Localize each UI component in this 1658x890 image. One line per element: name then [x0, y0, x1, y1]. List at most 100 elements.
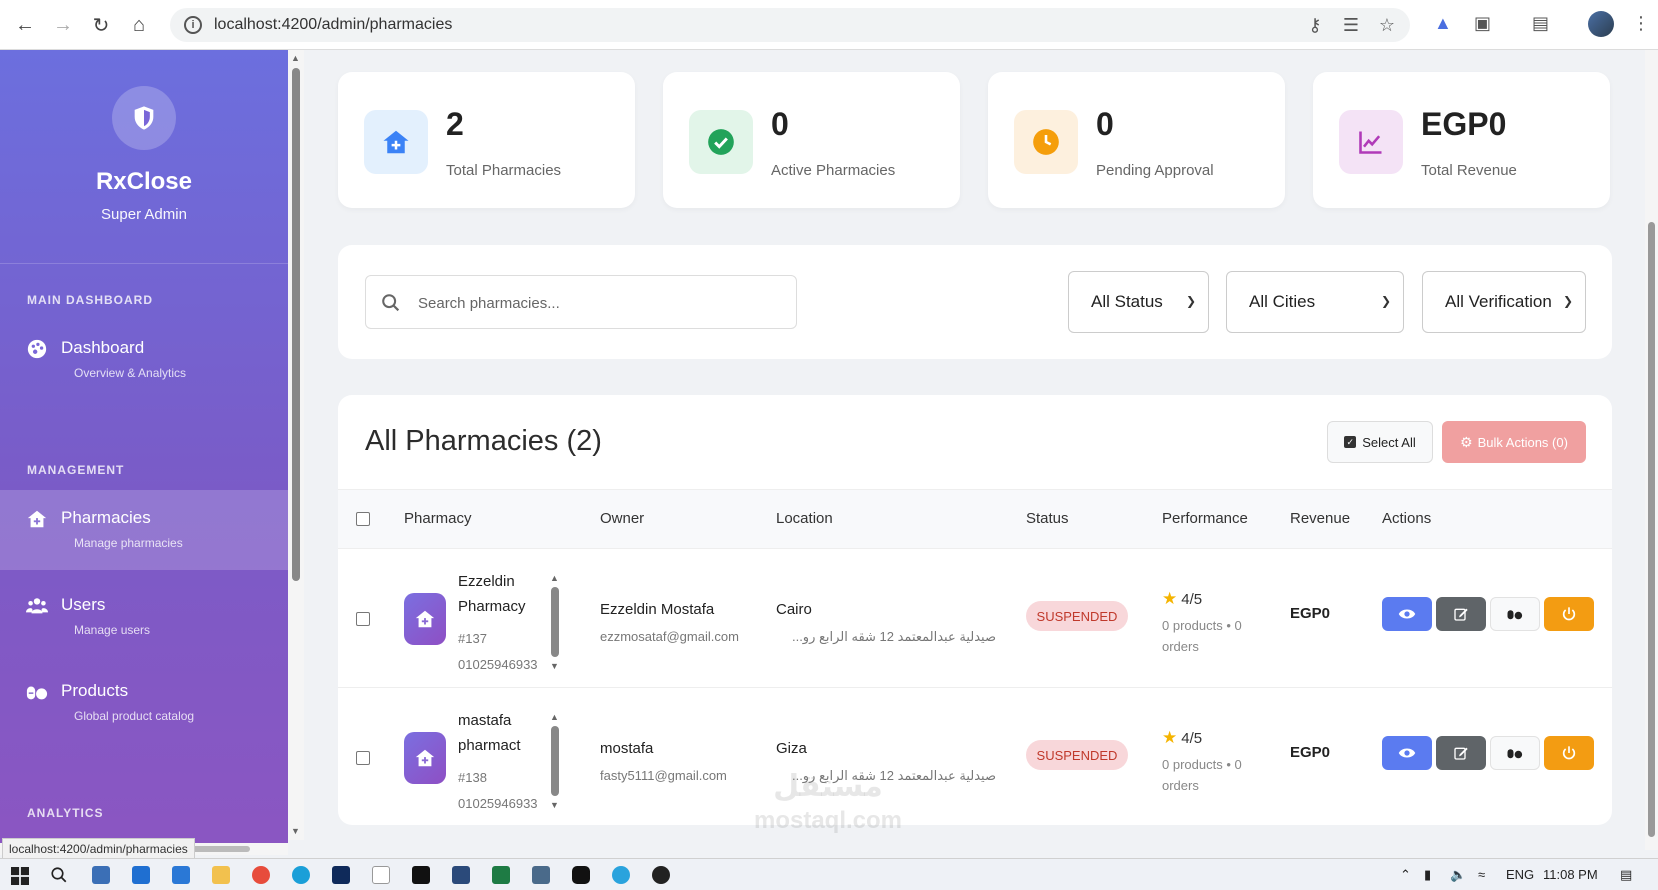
edit-icon — [1454, 747, 1468, 760]
sidebar-scrollbar[interactable]: ▲ ▼ — [288, 50, 304, 840]
edge-icon[interactable] — [292, 866, 310, 884]
status-filter-select[interactable]: All Status ❯ — [1068, 271, 1209, 333]
home-icon[interactable]: ⌂ — [126, 12, 152, 38]
products-button[interactable] — [1490, 597, 1540, 631]
verification-filter-select[interactable]: All Verification ❯ — [1422, 271, 1586, 333]
cell-scrollbar[interactable]: ▲ ▼ — [550, 712, 560, 812]
volume-icon[interactable]: 🔈 — [1450, 867, 1466, 883]
cell-scrollbar[interactable]: ▲ ▼ — [550, 573, 560, 673]
row-checkbox[interactable] — [356, 612, 370, 626]
stat-label: Active Pharmacies — [771, 162, 896, 179]
line-chart-icon — [1339, 110, 1403, 174]
store-icon[interactable] — [132, 866, 150, 884]
clinic-icon — [364, 110, 428, 174]
github-icon[interactable] — [652, 866, 670, 884]
notepad-icon[interactable] — [372, 866, 390, 884]
vscode-icon[interactable] — [452, 866, 470, 884]
chevron-up-icon[interactable]: ⌃ — [1400, 867, 1411, 883]
menu-kebab-icon[interactable]: ⋮ — [1632, 13, 1650, 34]
photoshop-icon[interactable] — [332, 866, 350, 884]
view-button[interactable] — [1382, 736, 1432, 770]
owner-name: Ezzeldin Mostafa — [600, 601, 715, 618]
select-value: All Status — [1091, 292, 1163, 311]
table-row[interactable]: mastafa pharmact #138 01025946933 ▲ ▼ mos… — [338, 688, 1612, 825]
profile-avatar[interactable] — [1588, 11, 1614, 37]
city-filter-select[interactable]: All Cities ❯ — [1226, 271, 1404, 333]
search-icon[interactable] — [50, 866, 68, 884]
stat-card-total-revenue: EGP0 Total Revenue — [1313, 72, 1610, 208]
bulk-actions-label: Bulk Actions (0) — [1477, 434, 1568, 450]
select-value: All Verification — [1445, 292, 1552, 311]
sidebar-item-dashboard[interactable]: Dashboard Overview & Analytics — [0, 320, 288, 400]
status-badge: SUSPENDED — [1026, 740, 1128, 770]
folder-icon[interactable] — [212, 866, 230, 884]
terminal-icon[interactable] — [412, 866, 430, 884]
row-checkbox[interactable] — [356, 751, 370, 765]
column-header[interactable]: Owner — [600, 510, 644, 527]
calculator-icon[interactable] — [532, 866, 550, 884]
language-indicator[interactable]: ENG — [1506, 867, 1534, 882]
scrollbar-thumb[interactable] — [292, 68, 300, 581]
bulk-actions-button[interactable]: ⚙ Bulk Actions (0) — [1442, 421, 1586, 463]
location-address: صيدلية عبدالمعتمد 12 شقه الرابع رو... — [791, 629, 996, 644]
column-header[interactable]: Performance — [1162, 510, 1248, 527]
column-header[interactable]: Pharmacy — [404, 510, 472, 527]
puzzle-icon[interactable]: ▣ — [1474, 13, 1491, 34]
forward-icon[interactable]: → — [50, 12, 76, 38]
back-icon[interactable]: ← — [12, 12, 38, 38]
reading-list-icon[interactable]: ▤ — [1532, 13, 1549, 34]
chrome-icon[interactable] — [252, 866, 270, 884]
translate-icon[interactable]: ☰ — [1340, 15, 1362, 36]
edit-button[interactable] — [1436, 736, 1486, 770]
column-header[interactable]: Status — [1026, 510, 1069, 527]
table-row[interactable]: Ezzeldin Pharmacy #137 01025946933 ▲ ▼ Ez… — [338, 549, 1612, 688]
activate-power-button[interactable] — [1544, 736, 1594, 770]
key-icon[interactable]: ⚷ — [1304, 15, 1326, 36]
clock[interactable]: 11:08 PM — [1543, 867, 1598, 882]
user-role: Super Admin — [101, 206, 187, 223]
column-header[interactable]: Location — [776, 510, 833, 527]
sidebar-item-label: Products — [61, 681, 129, 700]
chevron-down-icon: ❯ — [1562, 294, 1573, 308]
pharmacy-id: #137 — [458, 631, 487, 646]
sidebar-item-users[interactable]: Users Manage users — [0, 577, 288, 657]
select-all-button[interactable]: ✓ Select All — [1327, 421, 1433, 463]
bookmark-star-icon[interactable]: ☆ — [1376, 15, 1398, 36]
url-text[interactable]: localhost:4200/admin/pharmacies — [214, 16, 452, 34]
notifications-icon[interactable]: ▤ — [1620, 867, 1632, 883]
wifi-icon[interactable]: ≈ — [1478, 867, 1485, 882]
search-box[interactable] — [365, 275, 797, 329]
header-checkbox[interactable] — [356, 512, 370, 526]
activate-power-button[interactable] — [1544, 597, 1594, 631]
performance-stats: 0 products • 0 orders — [1162, 757, 1242, 793]
column-header[interactable]: Actions — [1382, 510, 1431, 527]
sidebar-item-products[interactable]: Products Global product catalog — [0, 663, 288, 743]
app-icon[interactable] — [572, 866, 590, 884]
sidebar-item-pharmacies[interactable]: Pharmacies Manage pharmacies — [0, 490, 288, 570]
sidebar-item-sub: Global product catalog — [74, 709, 195, 723]
revenue-value: EGP0 — [1290, 744, 1331, 761]
view-button[interactable] — [1382, 597, 1432, 631]
page-scrollbar[interactable] — [1645, 50, 1658, 850]
link-status-bar: localhost:4200/admin/pharmacies — [2, 838, 195, 860]
edit-button[interactable] — [1436, 597, 1486, 631]
rating-value: 4/5 — [1181, 729, 1203, 747]
site-info-icon[interactable]: i — [184, 16, 202, 34]
address-bar[interactable]: i localhost:4200/admin/pharmacies ⚷ ☰ ☆ — [170, 8, 1410, 42]
excel-icon[interactable] — [492, 866, 510, 884]
search-input[interactable] — [418, 288, 778, 318]
battery-icon[interactable]: ▮ — [1424, 867, 1431, 883]
telegram-icon[interactable] — [612, 866, 630, 884]
windows-start-icon[interactable] — [11, 867, 29, 885]
extension-icon[interactable]: ▲ — [1434, 13, 1452, 34]
scrollbar-thumb[interactable] — [1648, 222, 1655, 837]
chevron-down-icon: ❯ — [1380, 294, 1391, 308]
pharmacy-name[interactable]: mastafa pharmact — [458, 708, 538, 758]
mail-icon[interactable] — [172, 866, 190, 884]
column-header[interactable]: Revenue — [1290, 510, 1350, 527]
reload-icon[interactable]: ↻ — [88, 12, 114, 38]
products-button[interactable] — [1490, 736, 1540, 770]
pharmacy-name[interactable]: Ezzeldin Pharmacy — [458, 569, 538, 619]
task-view-icon[interactable] — [92, 866, 110, 884]
search-icon — [382, 294, 400, 312]
